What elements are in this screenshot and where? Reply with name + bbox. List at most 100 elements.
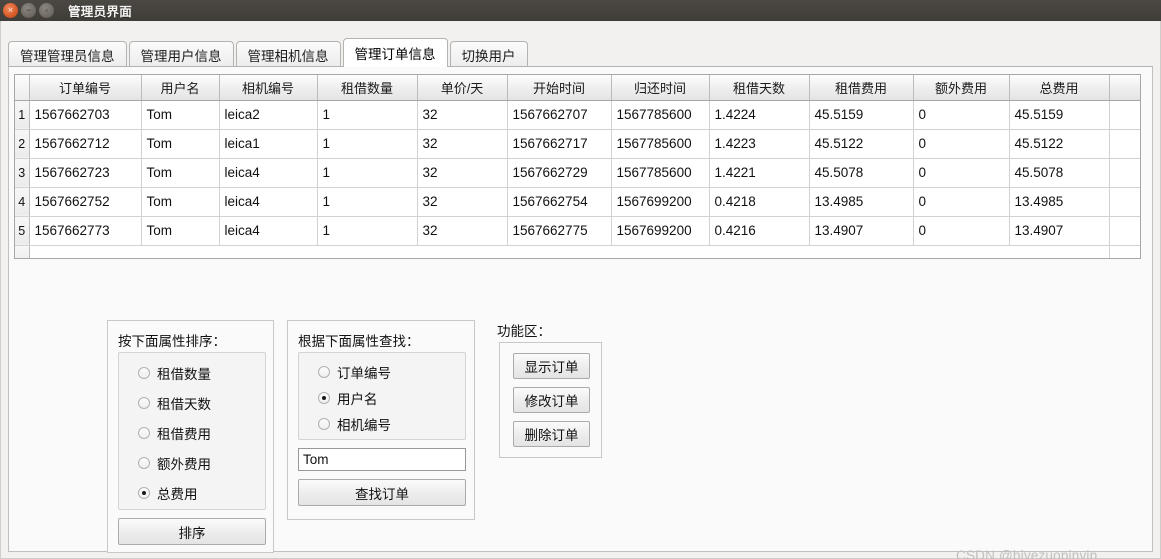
cell-total-fee[interactable]: 13.4907	[1009, 216, 1110, 246]
cell-start-time[interactable]: 1567662775	[507, 216, 612, 246]
cell-rent-quantity[interactable]: 1	[317, 187, 418, 217]
radio-icon[interactable]	[138, 457, 150, 469]
table-row[interactable]: 1 1567662703 Tom leica2 1 32 1567662707 …	[15, 100, 1140, 130]
col-extra-fee[interactable]: 额外费用	[913, 75, 1010, 101]
cell-start-time[interactable]: 1567662754	[507, 187, 612, 217]
search-option-username[interactable]: 用户名	[318, 386, 378, 410]
cell-rent-quantity[interactable]: 1	[317, 100, 418, 130]
radio-icon-selected[interactable]	[318, 392, 330, 404]
search-input[interactable]: Tom	[298, 448, 466, 471]
show-orders-button[interactable]: 显示订单	[513, 353, 590, 379]
sort-option-rent-quantity[interactable]: 租借数量	[138, 361, 211, 385]
orders-table-container[interactable]: 订单编号 用户名 相机编号 租借数量 单价/天 开始时间 归还时间 租借天数 租…	[14, 74, 1141, 259]
tab-manage-orders[interactable]: 管理订单信息	[342, 38, 448, 67]
col-return-time[interactable]: 归还时间	[611, 75, 710, 101]
edit-order-button[interactable]: 修改订单	[513, 387, 590, 413]
cell-rent-days[interactable]: 0.4216	[709, 216, 810, 246]
cell-total-fee[interactable]: 13.4985	[1009, 187, 1110, 217]
search-option-order-id[interactable]: 订单编号	[318, 360, 391, 384]
cell-extra-fee[interactable]: 0	[913, 158, 1010, 188]
radio-icon[interactable]	[138, 427, 150, 439]
cell-rent-fee[interactable]: 45.5078	[809, 158, 914, 188]
cell-rent-fee[interactable]: 13.4985	[809, 187, 914, 217]
cell-unit-price[interactable]: 32	[417, 187, 508, 217]
tab-switch-user[interactable]: 切换用户	[449, 41, 528, 67]
col-camera-id[interactable]: 相机编号	[219, 75, 318, 101]
cell-order-id[interactable]: 1567662712	[29, 129, 142, 159]
cell-rent-fee[interactable]: 13.4907	[809, 216, 914, 246]
cell-unit-price[interactable]: 32	[417, 216, 508, 246]
cell-order-id[interactable]: 1567662773	[29, 216, 142, 246]
table-row[interactable]: 4 1567662752 Tom leica4 1 32 1567662754 …	[15, 187, 1140, 217]
cell-camera-id[interactable]: leica1	[219, 129, 318, 159]
cell-username[interactable]: Tom	[141, 187, 220, 217]
cell-start-time[interactable]: 1567662707	[507, 100, 612, 130]
cell-return-time[interactable]: 1567785600	[611, 158, 710, 188]
col-total-fee[interactable]: 总费用	[1009, 75, 1110, 101]
cell-start-time[interactable]: 1567662717	[507, 129, 612, 159]
sort-option-extra-fee[interactable]: 额外费用	[138, 451, 211, 475]
col-start-time[interactable]: 开始时间	[507, 75, 612, 101]
cell-rent-fee[interactable]: 45.5159	[809, 100, 914, 130]
cell-rent-quantity[interactable]: 1	[317, 216, 418, 246]
close-icon[interactable]: ×	[3, 3, 18, 18]
cell-username[interactable]: Tom	[141, 129, 220, 159]
cell-start-time[interactable]: 1567662729	[507, 158, 612, 188]
search-button[interactable]: 查找订单	[298, 479, 466, 506]
cell-rent-days[interactable]: 1.4224	[709, 100, 810, 130]
cell-rent-days[interactable]: 0.4218	[709, 187, 810, 217]
cell-camera-id[interactable]: leica4	[219, 158, 318, 188]
tab-manage-admins[interactable]: 管理管理员信息	[8, 41, 127, 67]
cell-total-fee[interactable]: 45.5078	[1009, 158, 1110, 188]
table-row[interactable]: 5 1567662773 Tom leica4 1 32 1567662775 …	[15, 216, 1140, 246]
cell-return-time[interactable]: 1567699200	[611, 187, 710, 217]
col-unit-price[interactable]: 单价/天	[417, 75, 508, 101]
radio-icon[interactable]	[138, 397, 150, 409]
cell-username[interactable]: Tom	[141, 216, 220, 246]
cell-username[interactable]: Tom	[141, 100, 220, 130]
col-rent-quantity[interactable]: 租借数量	[317, 75, 418, 101]
radio-icon[interactable]	[318, 366, 330, 378]
cell-extra-fee[interactable]: 0	[913, 129, 1010, 159]
cell-extra-fee[interactable]: 0	[913, 100, 1010, 130]
cell-camera-id[interactable]: leica4	[219, 187, 318, 217]
cell-camera-id[interactable]: leica2	[219, 100, 318, 130]
cell-unit-price[interactable]: 32	[417, 129, 508, 159]
delete-order-button[interactable]: 删除订单	[513, 421, 590, 447]
table-row[interactable]: 2 1567662712 Tom leica1 1 32 1567662717 …	[15, 129, 1140, 159]
cell-extra-fee[interactable]: 0	[913, 216, 1010, 246]
search-option-camera-id[interactable]: 相机编号	[318, 412, 391, 436]
cell-return-time[interactable]: 1567785600	[611, 129, 710, 159]
col-order-id[interactable]: 订单编号	[29, 75, 142, 101]
cell-rent-quantity[interactable]: 1	[317, 158, 418, 188]
cell-total-fee[interactable]: 45.5122	[1009, 129, 1110, 159]
cell-total-fee[interactable]: 45.5159	[1009, 100, 1110, 130]
col-username[interactable]: 用户名	[141, 75, 220, 101]
tab-manage-users[interactable]: 管理用户信息	[128, 41, 234, 67]
table-row[interactable]: 3 1567662723 Tom leica4 1 32 1567662729 …	[15, 158, 1140, 188]
cell-rent-days[interactable]: 1.4221	[709, 158, 810, 188]
sort-option-total-fee[interactable]: 总费用	[138, 481, 198, 505]
sort-option-rent-fee[interactable]: 租借费用	[138, 421, 211, 445]
cell-rent-quantity[interactable]: 1	[317, 129, 418, 159]
cell-order-id[interactable]: 1567662723	[29, 158, 142, 188]
cell-unit-price[interactable]: 32	[417, 100, 508, 130]
cell-rent-fee[interactable]: 45.5122	[809, 129, 914, 159]
sort-button[interactable]: 排序	[118, 518, 266, 545]
tab-manage-cameras[interactable]: 管理相机信息	[235, 41, 341, 67]
radio-icon-selected[interactable]	[138, 487, 150, 499]
cell-unit-price[interactable]: 32	[417, 158, 508, 188]
cell-rent-days[interactable]: 1.4223	[709, 129, 810, 159]
cell-return-time[interactable]: 1567785600	[611, 100, 710, 130]
sort-option-rent-days[interactable]: 租借天数	[138, 391, 211, 415]
radio-icon[interactable]	[138, 367, 150, 379]
col-rent-fee[interactable]: 租借费用	[809, 75, 914, 101]
cell-order-id[interactable]: 1567662752	[29, 187, 142, 217]
cell-username[interactable]: Tom	[141, 158, 220, 188]
maximize-icon[interactable]: ▫	[39, 3, 54, 18]
col-rent-days[interactable]: 租借天数	[709, 75, 810, 101]
radio-icon[interactable]	[318, 418, 330, 430]
cell-return-time[interactable]: 1567699200	[611, 216, 710, 246]
minimize-icon[interactable]: −	[21, 3, 36, 18]
cell-extra-fee[interactable]: 0	[913, 187, 1010, 217]
